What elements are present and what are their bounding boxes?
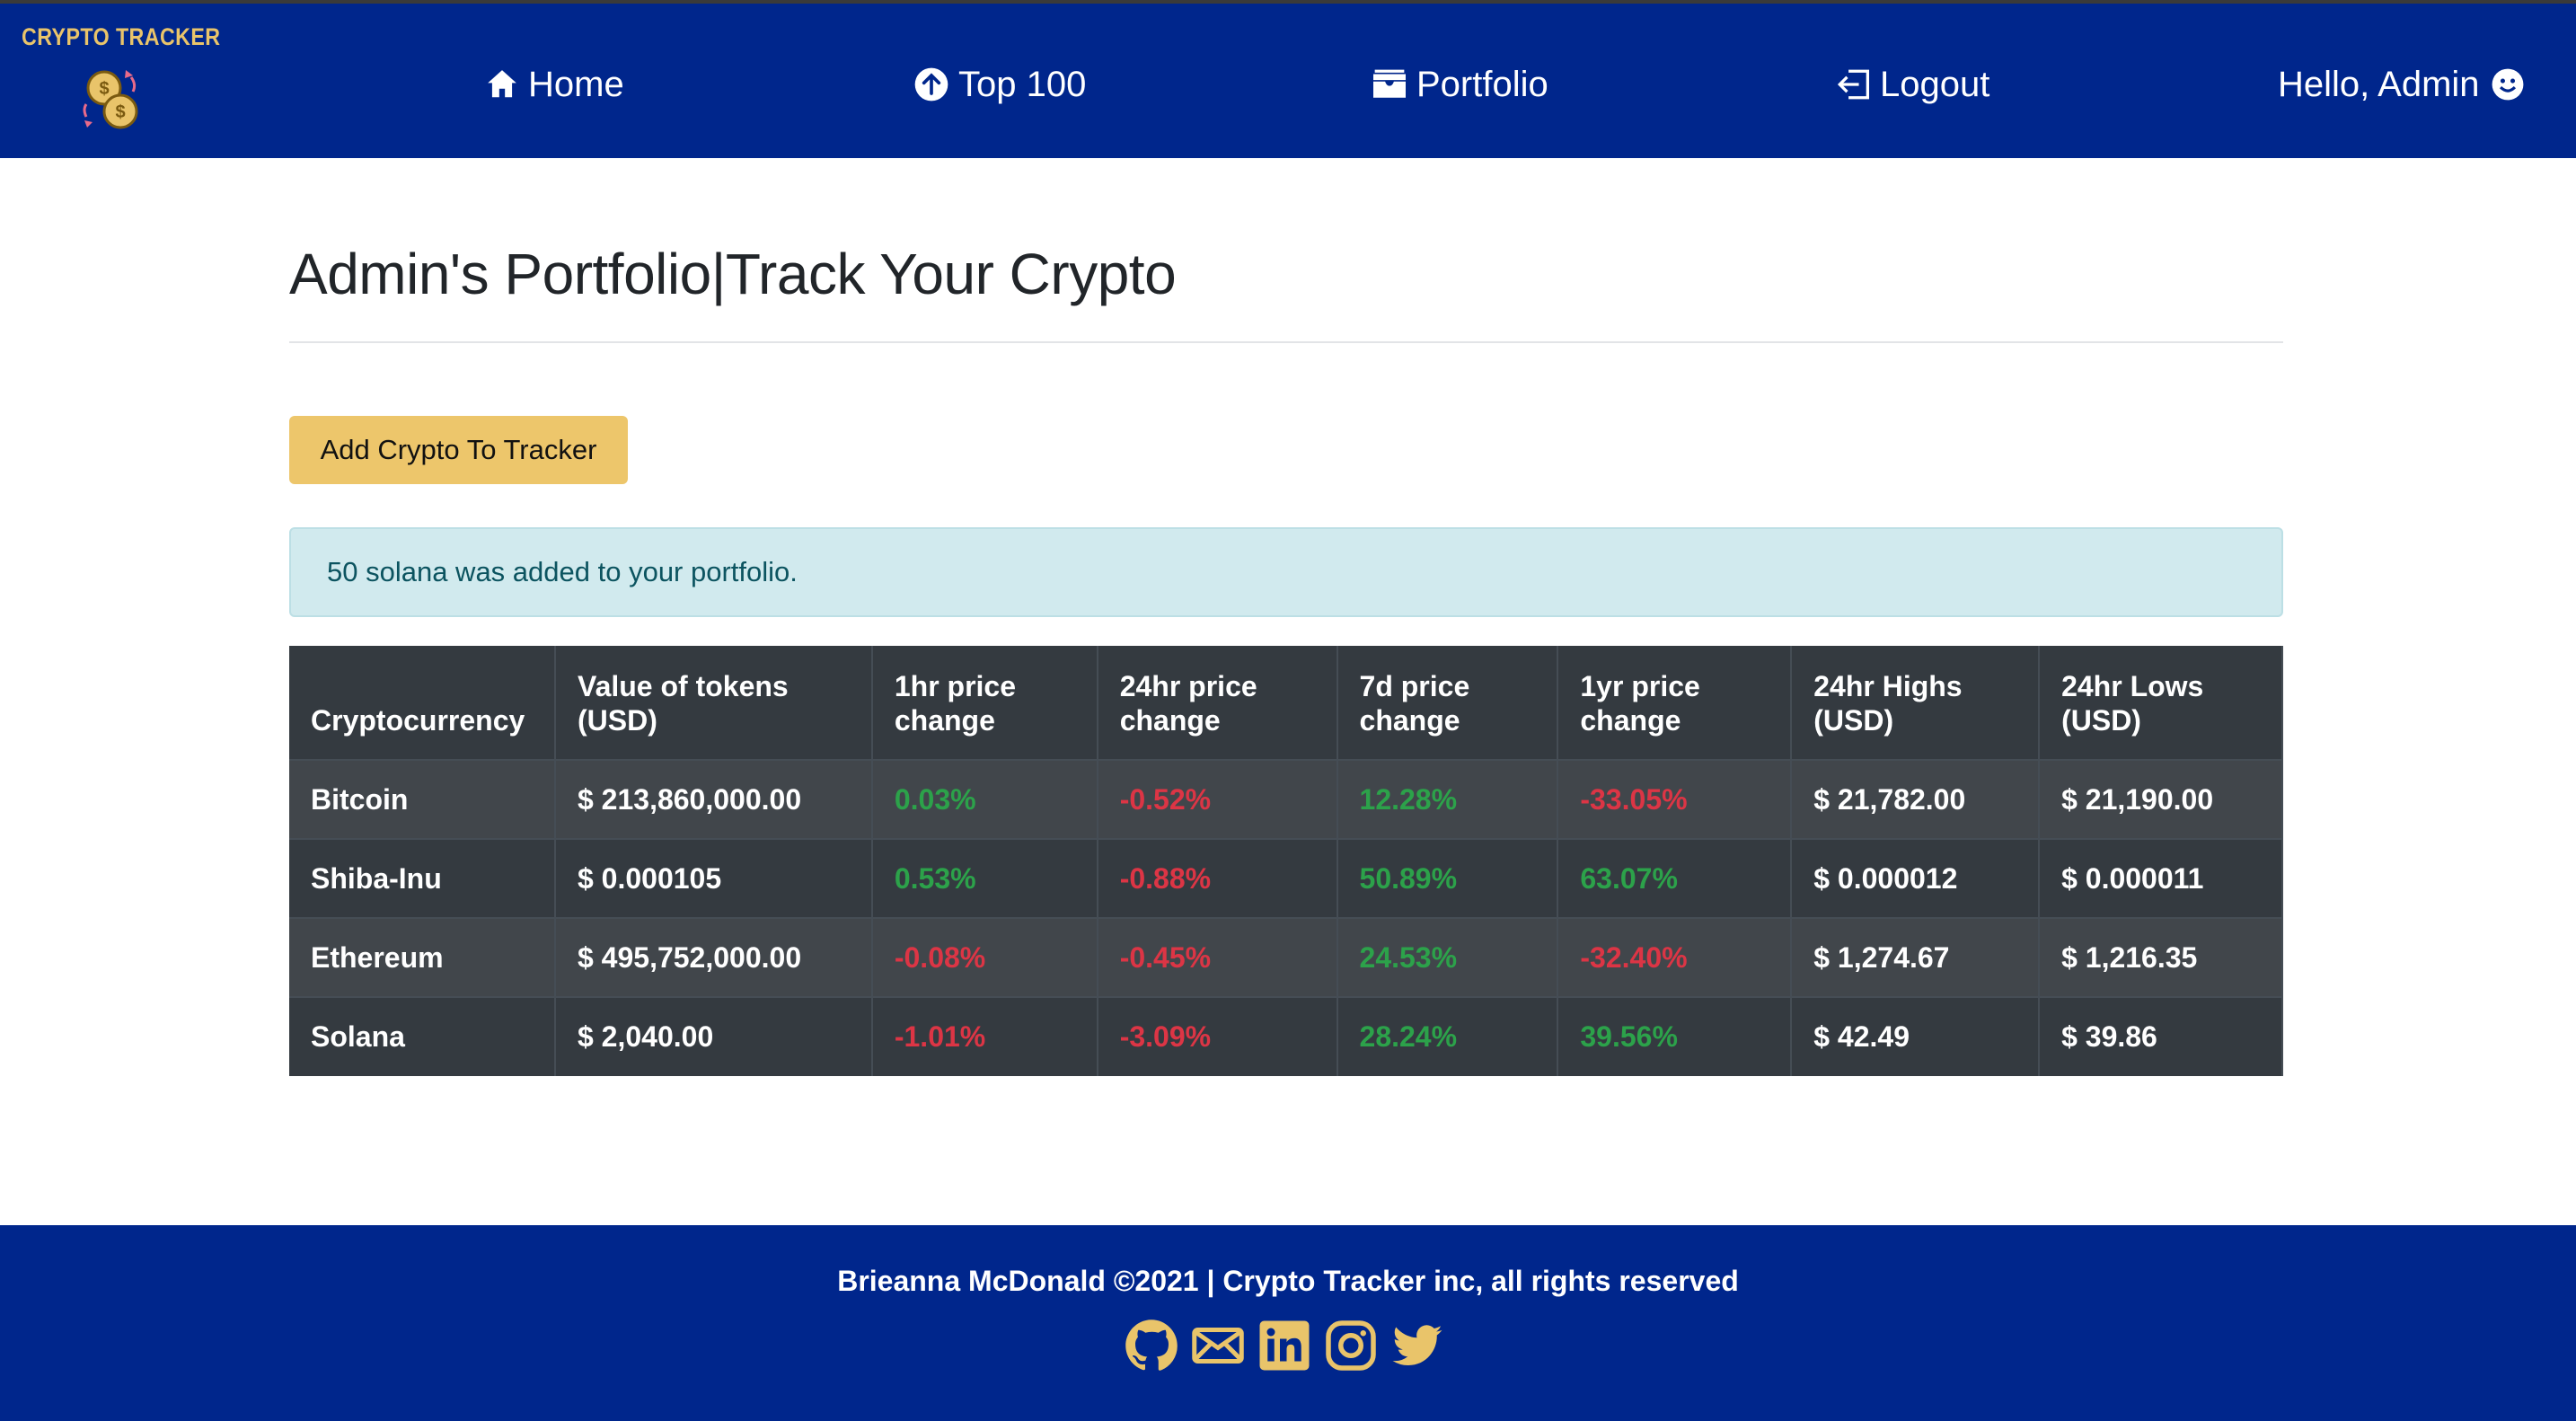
cell-value: $ 0.000105 xyxy=(554,838,873,918)
copyright-text: Brieanna McDonald ©2021 | Crypto Tracker… xyxy=(837,1265,1739,1297)
nav-home-label: Home xyxy=(528,64,624,104)
nav-top-100-label: Top 100 xyxy=(958,64,1087,104)
nav-top-100[interactable]: Top 100 xyxy=(913,56,1086,113)
instagram-icon[interactable] xyxy=(1324,1319,1378,1372)
coins-icon: $ $ xyxy=(83,70,138,129)
cell-1yr: 39.56% xyxy=(1557,996,1793,1076)
cell-name: Shiba-Inu xyxy=(289,838,556,918)
social-links xyxy=(1125,1319,1444,1372)
svg-text:$: $ xyxy=(99,79,109,99)
col-1hr: 1hr price change xyxy=(871,646,1098,760)
cell-low: $ 39.86 xyxy=(2039,996,2283,1076)
navbar: CRYPTO TRACKER $ $ Home Top 100 Portfoli… xyxy=(0,4,2576,158)
nav-home[interactable]: Home xyxy=(485,56,624,113)
linkedin-icon[interactable] xyxy=(1257,1319,1311,1372)
portfolio-table: Cryptocurrency Value of tokens (USD) 1hr… xyxy=(289,646,2283,1076)
greeting-label: Hello, Admin xyxy=(2278,64,2480,104)
cell-1hr: -0.08% xyxy=(871,917,1098,997)
col-7d: 7d price change xyxy=(1337,646,1559,760)
nav-logout[interactable]: Logout xyxy=(1835,56,1989,113)
cell-value: $ 495,752,000.00 xyxy=(554,917,873,997)
cell-24hr: -0.52% xyxy=(1097,759,1338,839)
table-row: Solana $ 2,040.00 -1.01% -3.09% 28.24% 3… xyxy=(289,996,2283,1076)
brand-name: CRYPTO TRACKER xyxy=(22,23,221,50)
alert-message: 50 solana was added to your portfolio. xyxy=(327,556,798,587)
cell-name: Ethereum xyxy=(289,917,556,997)
cell-low: $ 1,216.35 xyxy=(2039,917,2283,997)
cell-low: $ 0.000011 xyxy=(2039,838,2283,918)
table-row: Bitcoin $ 213,860,000.00 0.03% -0.52% 12… xyxy=(289,759,2283,839)
wallet-icon xyxy=(1373,69,1406,98)
success-alert: 50 solana was added to your portfolio. xyxy=(289,527,2283,617)
cell-high: $ 0.000012 xyxy=(1791,838,2041,918)
nav-portfolio[interactable]: Portfolio xyxy=(1372,56,1548,113)
nav-portfolio-label: Portfolio xyxy=(1416,64,1548,104)
cell-name: Bitcoin xyxy=(289,759,556,839)
cell-7d: 12.28% xyxy=(1337,759,1559,839)
cell-high: $ 1,274.67 xyxy=(1791,917,2041,997)
table-header-row: Cryptocurrency Value of tokens (USD) 1hr… xyxy=(289,646,2283,760)
github-icon[interactable] xyxy=(1125,1319,1178,1372)
cell-7d: 24.53% xyxy=(1337,917,1559,997)
brand-logo[interactable]: CRYPTO TRACKER $ $ xyxy=(22,23,221,140)
cell-7d: 50.89% xyxy=(1337,838,1559,918)
table-row: Shiba-Inu $ 0.000105 0.53% -0.88% 50.89%… xyxy=(289,838,2283,918)
col-cryptocurrency: Cryptocurrency xyxy=(289,646,556,760)
smiley-icon xyxy=(2492,68,2523,101)
cell-high: $ 21,782.00 xyxy=(1791,759,2041,839)
cell-7d: 28.24% xyxy=(1337,996,1559,1076)
cell-1yr: -33.05% xyxy=(1557,759,1793,839)
arrow-up-circle-icon xyxy=(914,67,948,102)
cell-high: $ 42.49 xyxy=(1791,996,2041,1076)
twitter-icon[interactable] xyxy=(1390,1319,1444,1372)
table-row: Ethereum $ 495,752,000.00 -0.08% -0.45% … xyxy=(289,917,2283,997)
cell-1yr: -32.40% xyxy=(1557,917,1793,997)
cell-1hr: 0.03% xyxy=(871,759,1098,839)
page-title: Admin's Portfolio|Track Your Crypto xyxy=(289,242,1177,306)
title-divider xyxy=(289,341,2283,343)
cell-24hr: -3.09% xyxy=(1097,996,1338,1076)
cell-value: $ 2,040.00 xyxy=(554,996,873,1076)
footer: Brieanna McDonald ©2021 | Crypto Tracker… xyxy=(0,1225,2576,1421)
col-value: Value of tokens (USD) xyxy=(554,646,873,760)
email-icon[interactable] xyxy=(1191,1319,1245,1372)
cell-1yr: 63.07% xyxy=(1557,838,1793,918)
svg-text:$: $ xyxy=(115,102,125,122)
nav-logout-label: Logout xyxy=(1880,64,1990,104)
logout-icon xyxy=(1837,69,1869,100)
cell-24hr: -0.88% xyxy=(1097,838,1338,918)
cell-1hr: 0.53% xyxy=(871,838,1098,918)
cell-24hr: -0.45% xyxy=(1097,917,1338,997)
cell-1hr: -1.01% xyxy=(871,996,1098,1076)
col-24hr: 24hr price change xyxy=(1097,646,1338,760)
add-crypto-button[interactable]: Add Crypto To Tracker xyxy=(289,416,628,484)
col-1yr: 1yr price change xyxy=(1557,646,1793,760)
cell-value: $ 213,860,000.00 xyxy=(554,759,873,839)
cell-name: Solana xyxy=(289,996,556,1076)
col-24hr-high: 24hr Highs (USD) xyxy=(1791,646,2041,760)
home-icon xyxy=(488,70,516,98)
user-greeting[interactable]: Hello, Admin xyxy=(2278,56,2525,113)
cell-low: $ 21,190.00 xyxy=(2039,759,2283,839)
col-24hr-low: 24hr Lows (USD) xyxy=(2039,646,2283,760)
